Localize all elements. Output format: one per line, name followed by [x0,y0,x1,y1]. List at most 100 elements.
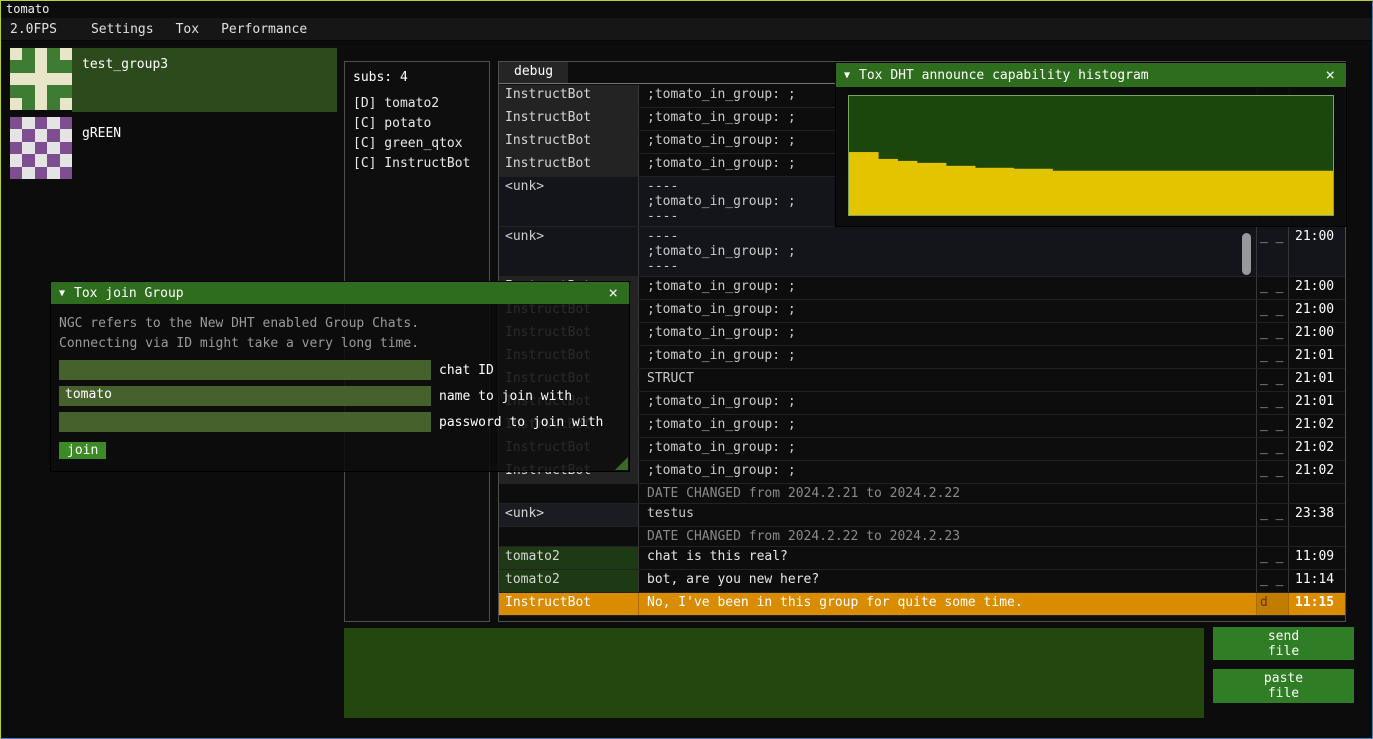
join-name-input[interactable]: tomato [59,386,431,406]
message-time: 21:00 [1289,300,1345,322]
message-author: <unk> [499,177,639,226]
message-author: InstructBot [499,154,639,176]
message-marks: _ _ [1257,369,1289,391]
histogram-window: ▼ Tox DHT announce capability histogram … [836,63,1346,226]
message-marks: _ _ [1257,570,1289,592]
message-text: ;tomato_in_group: ; [639,392,1257,414]
join-info-line-2: Connecting via ID might take a very long… [59,334,621,354]
join-password-input[interactable] [59,412,431,432]
chat-row: DATE CHANGED from 2024.2.21 to 2024.2.22 [499,484,1345,504]
join-info-line-1: NGC refers to the New DHT enabled Group … [59,314,621,334]
join-window-titlebar[interactable]: ▼ Tox join Group × [51,282,629,304]
menu-item-tox[interactable]: Tox [165,18,210,40]
titlebar: tomato [1,1,1372,18]
chat-id-input[interactable] [59,360,431,380]
message-time: 21:02 [1289,415,1345,437]
send-file-button[interactable]: send file [1213,627,1354,660]
member-item-tomato2[interactable]: [D] tomato2 [345,95,489,115]
message-time: 21:00 [1289,227,1345,276]
message-time: 11:15 [1289,593,1345,615]
histogram-plot [848,95,1334,216]
message-marks: d [1257,593,1289,615]
chat-row: InstructBotNo, I've been in this group f… [499,593,1345,616]
message-time: 21:01 [1289,346,1345,368]
message-marks: _ _ [1257,323,1289,345]
message-text: No, I've been in this group for quite so… [639,593,1257,615]
group-item-green[interactable]: gREEN [10,117,337,181]
histogram-svg [849,96,1333,215]
group-name: gREEN [72,117,337,181]
message-author: InstructBot [499,593,639,615]
composer [344,628,1204,718]
message-time: 11:09 [1289,547,1345,569]
message-marks: _ _ [1257,277,1289,299]
message-author: InstructBot [499,131,639,153]
join-password-label: password to join with [439,415,603,430]
message-input[interactable] [344,628,1204,718]
message-time: 23:38 [1289,504,1345,526]
message-text: STRUCT [639,369,1257,391]
message-time: 21:02 [1289,438,1345,460]
message-marks: _ _ [1257,504,1289,526]
message-marks: _ _ [1257,415,1289,437]
message-marks [1257,527,1289,546]
message-text: ;tomato_in_group: ; [639,438,1257,460]
message-time [1289,527,1345,546]
join-window-body: NGC refers to the New DHT enabled Group … [51,304,629,471]
fps-counter: 2.0FPS [1,22,66,37]
message-time: 21:00 [1289,277,1345,299]
histogram-window-title: Tox DHT announce capability histogram [859,68,1322,83]
join-group-window: ▼ Tox join Group × NGC refers to the New… [51,282,629,471]
histogram-window-titlebar[interactable]: ▼ Tox DHT announce capability histogram … [836,63,1346,87]
message-author: InstructBot [499,108,639,130]
chat-row: <unk>testus_ _23:38 [499,504,1345,527]
message-author: tomato2 [499,547,639,569]
message-author [499,484,639,503]
resize-grip[interactable] [615,457,628,470]
message-marks: _ _ [1257,227,1289,276]
message-text: ;tomato_in_group: ; [639,346,1257,368]
message-author: <unk> [499,227,639,276]
group-item-test-group3[interactable]: test_group3 [10,48,337,112]
histogram-window-body [836,87,1346,226]
message-author: <unk> [499,504,639,526]
chat-row: DATE CHANGED from 2024.2.22 to 2024.2.23 [499,527,1345,547]
member-item-instructbot[interactable]: [C] InstructBot [345,155,489,175]
members-count-header: subs: 4 [345,68,489,95]
message-text: ;tomato_in_group: ; [639,415,1257,437]
close-icon[interactable]: × [605,285,621,301]
collapse-arrow-icon[interactable]: ▼ [844,70,850,81]
message-marks [1257,484,1289,503]
join-button[interactable]: join [59,442,106,459]
group-avatar [10,48,72,110]
message-time: 21:02 [1289,461,1345,483]
message-author: tomato2 [499,570,639,592]
message-marks: _ _ [1257,461,1289,483]
collapse-arrow-icon[interactable]: ▼ [59,288,65,299]
message-marks: _ _ [1257,547,1289,569]
message-marks: _ _ [1257,346,1289,368]
paste-file-button[interactable]: paste file [1213,669,1354,703]
close-icon[interactable]: × [1322,67,1338,83]
message-author: InstructBot [499,85,639,107]
chat-row: tomato2chat is this real?_ _11:09 [499,547,1345,570]
message-text: ;tomato_in_group: ; [639,277,1257,299]
join-name-label: name to join with [439,389,572,404]
message-text: chat is this real? [639,547,1257,569]
group-name: test_group3 [72,48,337,112]
window-title: tomato [6,2,49,16]
group-avatar [10,117,72,179]
chat-scrollbar-thumb[interactable] [1242,233,1251,275]
message-text: ;tomato_in_group: ; [639,300,1257,322]
member-item-potato[interactable]: [C] potato [345,115,489,135]
app-window: tomato 2.0FPS Settings Tox Performance t… [0,0,1373,739]
member-item-green-qtox[interactable]: [C] green_qtox [345,135,489,155]
chat-row: <unk>---- ;tomato_in_group: ; ----_ _21:… [499,227,1345,277]
tab-debug[interactable]: debug [499,62,568,83]
message-time: 21:01 [1289,369,1345,391]
menu-item-performance[interactable]: Performance [210,18,318,40]
menu-item-settings[interactable]: Settings [80,18,165,40]
message-time [1289,484,1345,503]
message-time: 21:01 [1289,392,1345,414]
join-window-title: Tox join Group [74,286,605,301]
